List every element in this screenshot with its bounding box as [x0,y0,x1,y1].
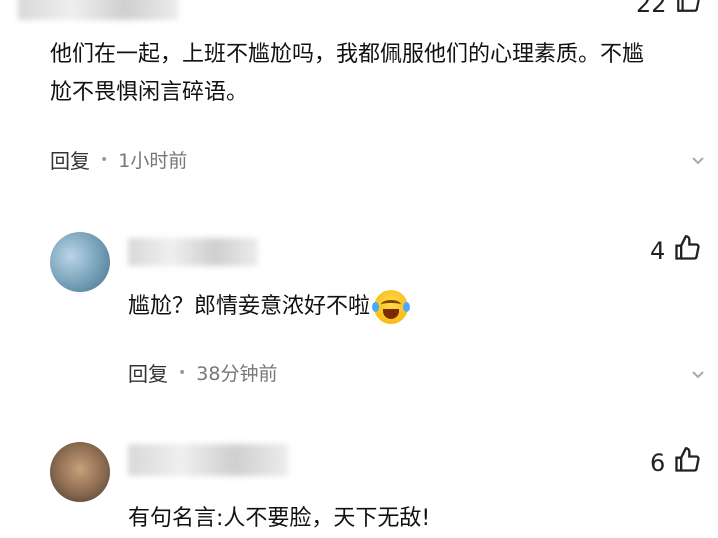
reply-button[interactable]: 回复 [128,358,168,387]
thumbs-up-icon[interactable] [673,234,701,268]
separator-dot: • [178,364,187,381]
comment-text: 尴尬？郎情妾意浓好不啦 [128,294,371,319]
thumbs-up-icon[interactable] [673,446,701,480]
laughing-crying-emoji-icon [372,290,411,324]
like-group[interactable]: 22 [636,0,701,20]
like-group[interactable]: 4 [650,234,701,268]
like-count: 4 [650,237,666,265]
chevron-down-icon[interactable] [690,152,706,173]
like-group[interactable]: 6 [650,446,701,480]
like-count: 6 [650,449,666,477]
avatar[interactable] [50,232,110,292]
comment-meta: 回复 • 38分钟前 [128,358,277,387]
commenter-name-blurred [18,0,178,20]
reply-button[interactable]: 回复 [50,145,90,174]
comment-meta: 回复 • 1小时前 [50,145,187,174]
chevron-down-icon[interactable] [690,366,706,387]
avatar[interactable] [50,442,110,502]
comment-text: 他们在一起，上班不尴尬吗，我都佩服他们的心理素质。不尴尬不畏惧闲言碎语。 [50,42,645,105]
like-count: 22 [636,0,667,18]
commenter-name-blurred [128,444,288,476]
separator-dot: • [100,151,109,168]
comment-time: 1小时前 [118,150,188,172]
thumbs-up-icon[interactable] [675,0,701,20]
commenter-name-blurred [128,238,258,266]
comment-time: 38分钟前 [196,363,278,385]
comment-text-wrapper: 尴尬？郎情妾意浓好不啦 [128,288,411,326]
comment-text: 有句名言:人不要脸，天下无敌! [128,506,431,531]
